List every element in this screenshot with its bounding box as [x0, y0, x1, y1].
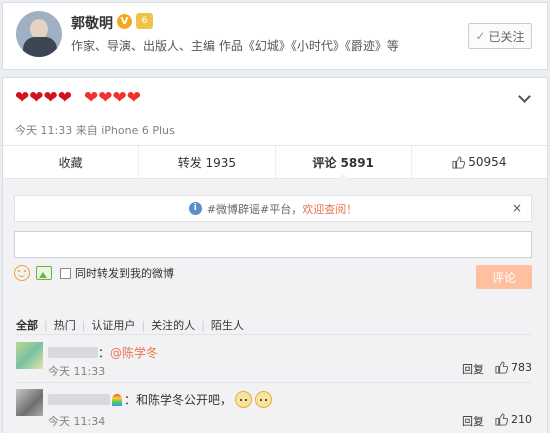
favorite-label: 收藏 — [58, 155, 83, 170]
comment-item: ： @陈学冬 今天 11:33 回复 783 — [14, 342, 532, 378]
repost-button[interactable]: 转发 1935 — [139, 146, 276, 178]
comment-label: 评论 5891 — [312, 155, 374, 170]
rainbow-icon — [112, 393, 122, 406]
profile-card: 郭敬明 V 6 作家、导演、出版人、主编 作品《幻城》《小时代》《爵迹》等 ✓ … — [2, 2, 548, 70]
post-source-prefix: 来自 — [75, 124, 98, 137]
comment-mention[interactable]: @陈学冬 — [110, 344, 158, 361]
heart-icon: ❤ — [126, 88, 141, 108]
comment-body: ：和陈学冬公开吧， — [124, 393, 233, 407]
cat-emoji-icon — [235, 391, 253, 408]
profile-avatar[interactable] — [16, 11, 62, 57]
notice-link[interactable]: 欢迎查阅！ — [302, 201, 357, 217]
thumbs-up-icon — [452, 155, 466, 169]
reply-button[interactable]: 回复 — [462, 413, 484, 429]
check-icon: ✓ — [475, 29, 486, 43]
comment-like-count: 210 — [511, 413, 532, 426]
comment-like-button[interactable]: 210 — [495, 413, 532, 426]
profile-description: 作家、导演、出版人、主编 作品《幻城》《小时代》《爵迹》等 — [71, 39, 399, 53]
emoji-icon[interactable] — [14, 265, 30, 281]
filter-following[interactable]: 关注的人 — [145, 317, 201, 333]
verified-v-icon: V — [117, 14, 132, 29]
commenter-name[interactable] — [48, 394, 110, 405]
info-icon: i — [188, 202, 202, 215]
comment-separator — [14, 382, 532, 383]
post-card: ❤ ❤ ❤ ❤ ❤ ❤ ❤ ❤ 今天 11:33 来自 iPhone 6 Plu… — [2, 77, 548, 433]
post-source[interactable]: iPhone 6 Plus — [101, 124, 175, 137]
post-content: ❤ ❤ ❤ ❤ ❤ ❤ ❤ ❤ — [15, 89, 141, 107]
repost-label: 转发 1935 — [177, 155, 237, 170]
post-time[interactable]: 今天 11:33 — [15, 124, 72, 137]
commenter-avatar[interactable] — [16, 342, 43, 369]
filter-verified[interactable]: 认证用户 — [85, 317, 141, 333]
comment-item: ：和陈学冬公开吧， 今天 11:34 回复 210 — [14, 389, 532, 429]
filter-hot[interactable]: 热门 — [48, 317, 82, 333]
comment-like-count: 783 — [511, 361, 532, 374]
repost-checkbox[interactable] — [60, 267, 71, 279]
comment-input[interactable] — [14, 231, 532, 258]
heart-icon: ❤ — [112, 88, 127, 108]
comment-time: 今天 11:34 — [48, 415, 106, 428]
filter-all[interactable]: 全部 — [14, 317, 44, 333]
filter-strangers[interactable]: 陌生人 — [205, 317, 250, 333]
thumbs-up-icon — [495, 361, 508, 374]
comment-colon: ： — [98, 346, 111, 360]
image-icon[interactable] — [36, 266, 52, 280]
heart-icon: ❤ — [43, 88, 58, 108]
rumor-notice: i #微博辟谣#平台， 欢迎查阅！ × — [14, 195, 532, 222]
commenter-name[interactable] — [48, 347, 98, 358]
comment-filters: 全部 | 热门 | 认证用户 | 关注的人 | 陌生人 — [14, 317, 250, 333]
profile-name[interactable]: 郭敬明 — [71, 13, 113, 33]
post-actions-bar: 收藏 转发 1935 评论 5891 50954 — [3, 145, 547, 179]
filter-divider — [14, 334, 532, 335]
close-icon[interactable]: × — [512, 201, 522, 215]
favorite-button[interactable]: 收藏 — [3, 146, 140, 178]
comment-time: 今天 11:33 — [48, 365, 106, 378]
cat-emoji-icon — [255, 391, 273, 408]
level-badge-icon: 6 — [136, 13, 153, 29]
thumbs-up-icon — [495, 413, 508, 426]
like-button[interactable]: 50954 — [412, 146, 547, 178]
like-count: 50954 — [468, 155, 507, 169]
notice-text: #微博辟谣#平台， — [206, 202, 303, 216]
commenter-avatar[interactable] — [16, 389, 43, 416]
heart-icon: ❤ — [15, 88, 30, 108]
chevron-down-icon[interactable] — [518, 90, 531, 103]
followed-button[interactable]: ✓ 已关注 — [468, 23, 532, 49]
followed-label: 已关注 — [488, 29, 525, 44]
comment-like-button[interactable]: 783 — [495, 361, 532, 374]
reply-button[interactable]: 回复 — [462, 361, 484, 377]
heart-icon: ❤ — [84, 88, 99, 108]
comment-section: i #微博辟谣#平台， 欢迎查阅！ × 同时转发到我的微博 评论 全部 | 热门… — [3, 179, 547, 433]
submit-comment-button[interactable]: 评论 — [476, 265, 532, 289]
repost-checkbox-label[interactable]: 同时转发到我的微博 — [75, 265, 174, 281]
heart-icon: ❤ — [98, 88, 113, 108]
post-meta: 今天 11:33 来自 iPhone 6 Plus — [15, 122, 175, 138]
heart-icon: ❤ — [57, 88, 72, 108]
comment-text: ：和陈学冬公开吧， — [48, 391, 273, 408]
comment-tab[interactable]: 评论 5891 — [276, 146, 412, 179]
heart-icon: ❤ — [29, 88, 44, 108]
comment-text: ： @陈学冬 — [48, 344, 158, 361]
composer-tools: 同时转发到我的微博 — [14, 265, 174, 281]
